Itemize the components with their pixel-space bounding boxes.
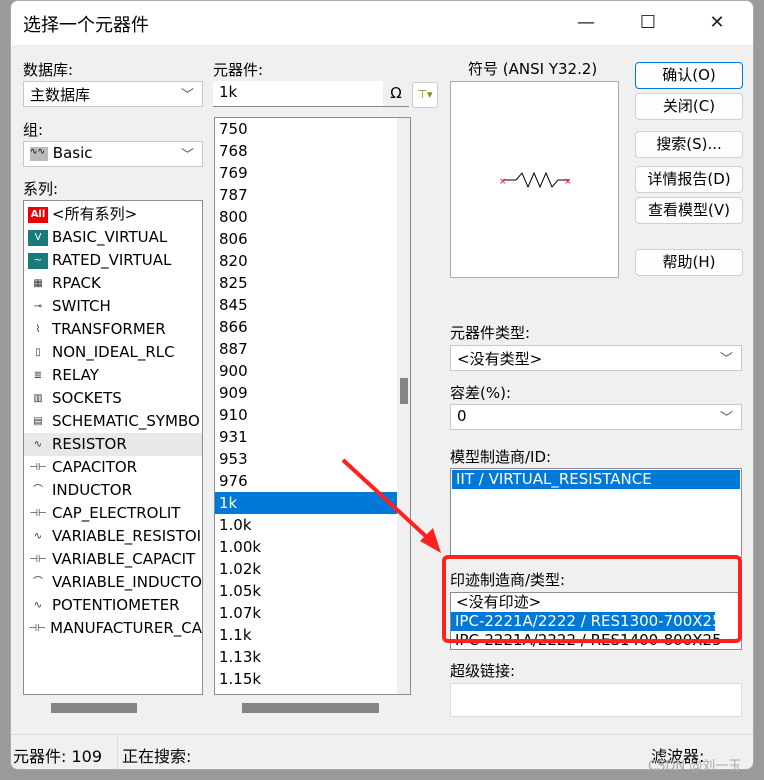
watermark: CSDN @刘一玉 [648, 759, 742, 774]
annotation-overlay [341, 458, 742, 643]
annotation-box [442, 555, 742, 643]
annotation-arrow [341, 458, 432, 542]
